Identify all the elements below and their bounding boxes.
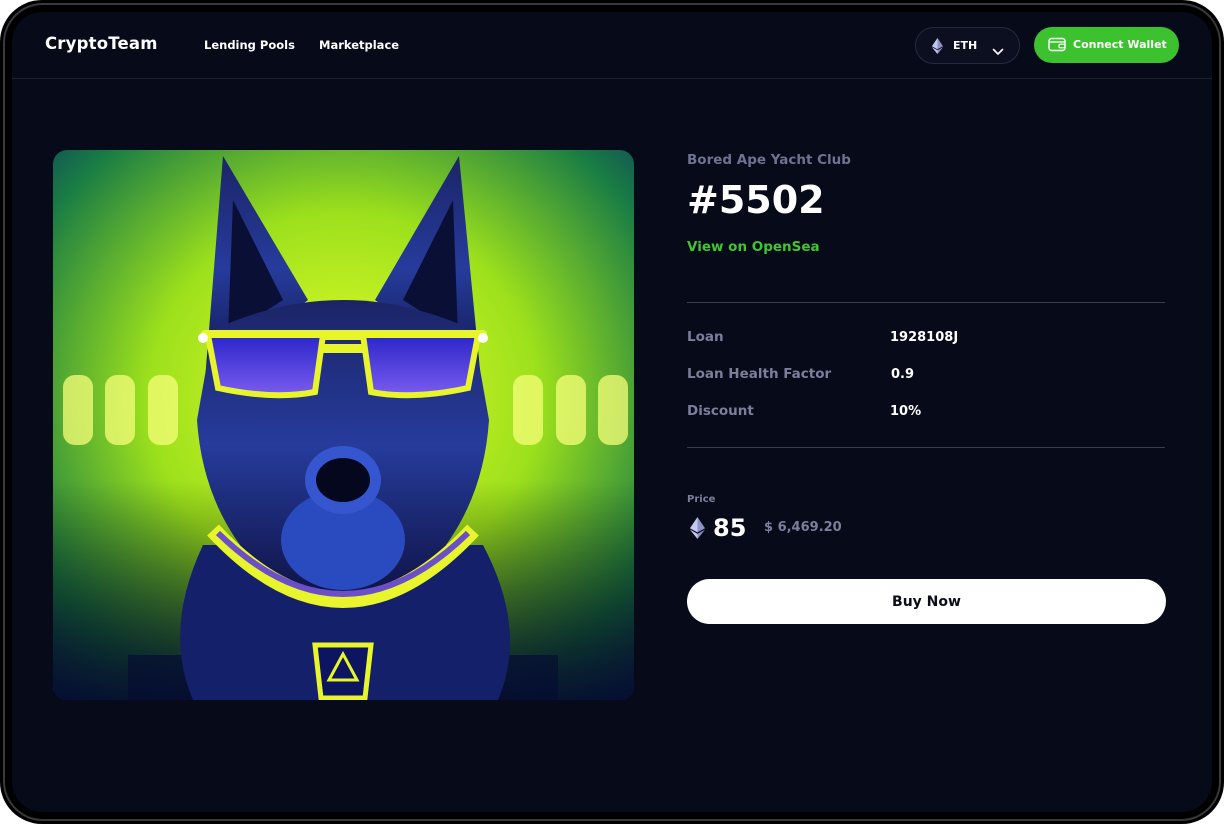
chain-selector[interactable]: ETH (915, 27, 1020, 64)
token-id: #5502 (687, 178, 825, 222)
connect-wallet-label: Connect Wallet (1073, 38, 1167, 51)
stat-label-loan: Loan (687, 329, 724, 345)
app-screen: CryptoTeam Lending Pools Marketplace ETH (12, 12, 1212, 812)
stat-label-health-factor: Loan Health Factor (687, 366, 832, 382)
ethereum-icon (932, 38, 943, 58)
nft-artwork[interactable] (53, 150, 634, 700)
ethereum-icon (690, 517, 705, 543)
connect-wallet-button[interactable]: Connect Wallet (1034, 27, 1179, 63)
stat-value-health-factor: 0.9 (891, 367, 915, 382)
nav-marketplace[interactable]: Marketplace (319, 38, 399, 52)
divider (687, 447, 1165, 448)
chevron-down-icon (992, 41, 1004, 60)
device-frame: CryptoTeam Lending Pools Marketplace ETH (0, 0, 1224, 824)
top-navbar: CryptoTeam Lending Pools Marketplace ETH (12, 12, 1212, 79)
buy-now-button[interactable]: Buy Now (687, 579, 1166, 624)
brand-logo[interactable]: CryptoTeam (45, 34, 158, 53)
chain-label: ETH (953, 39, 978, 52)
collection-name[interactable]: Bored Ape Yacht Club (687, 152, 851, 168)
price-label: Price (687, 494, 716, 505)
nav-lending-pools[interactable]: Lending Pools (204, 38, 295, 52)
divider (687, 302, 1165, 303)
price-eth-value: 85 (713, 514, 747, 542)
view-on-opensea-link[interactable]: View on OpenSea (687, 239, 820, 255)
stat-label-discount: Discount (687, 403, 754, 419)
wallet-icon (1048, 37, 1066, 56)
stat-value-loan: 1928108J (890, 330, 959, 345)
stat-value-discount: 10% (890, 404, 922, 419)
price-usd-value: $ 6,469.20 (764, 520, 842, 535)
